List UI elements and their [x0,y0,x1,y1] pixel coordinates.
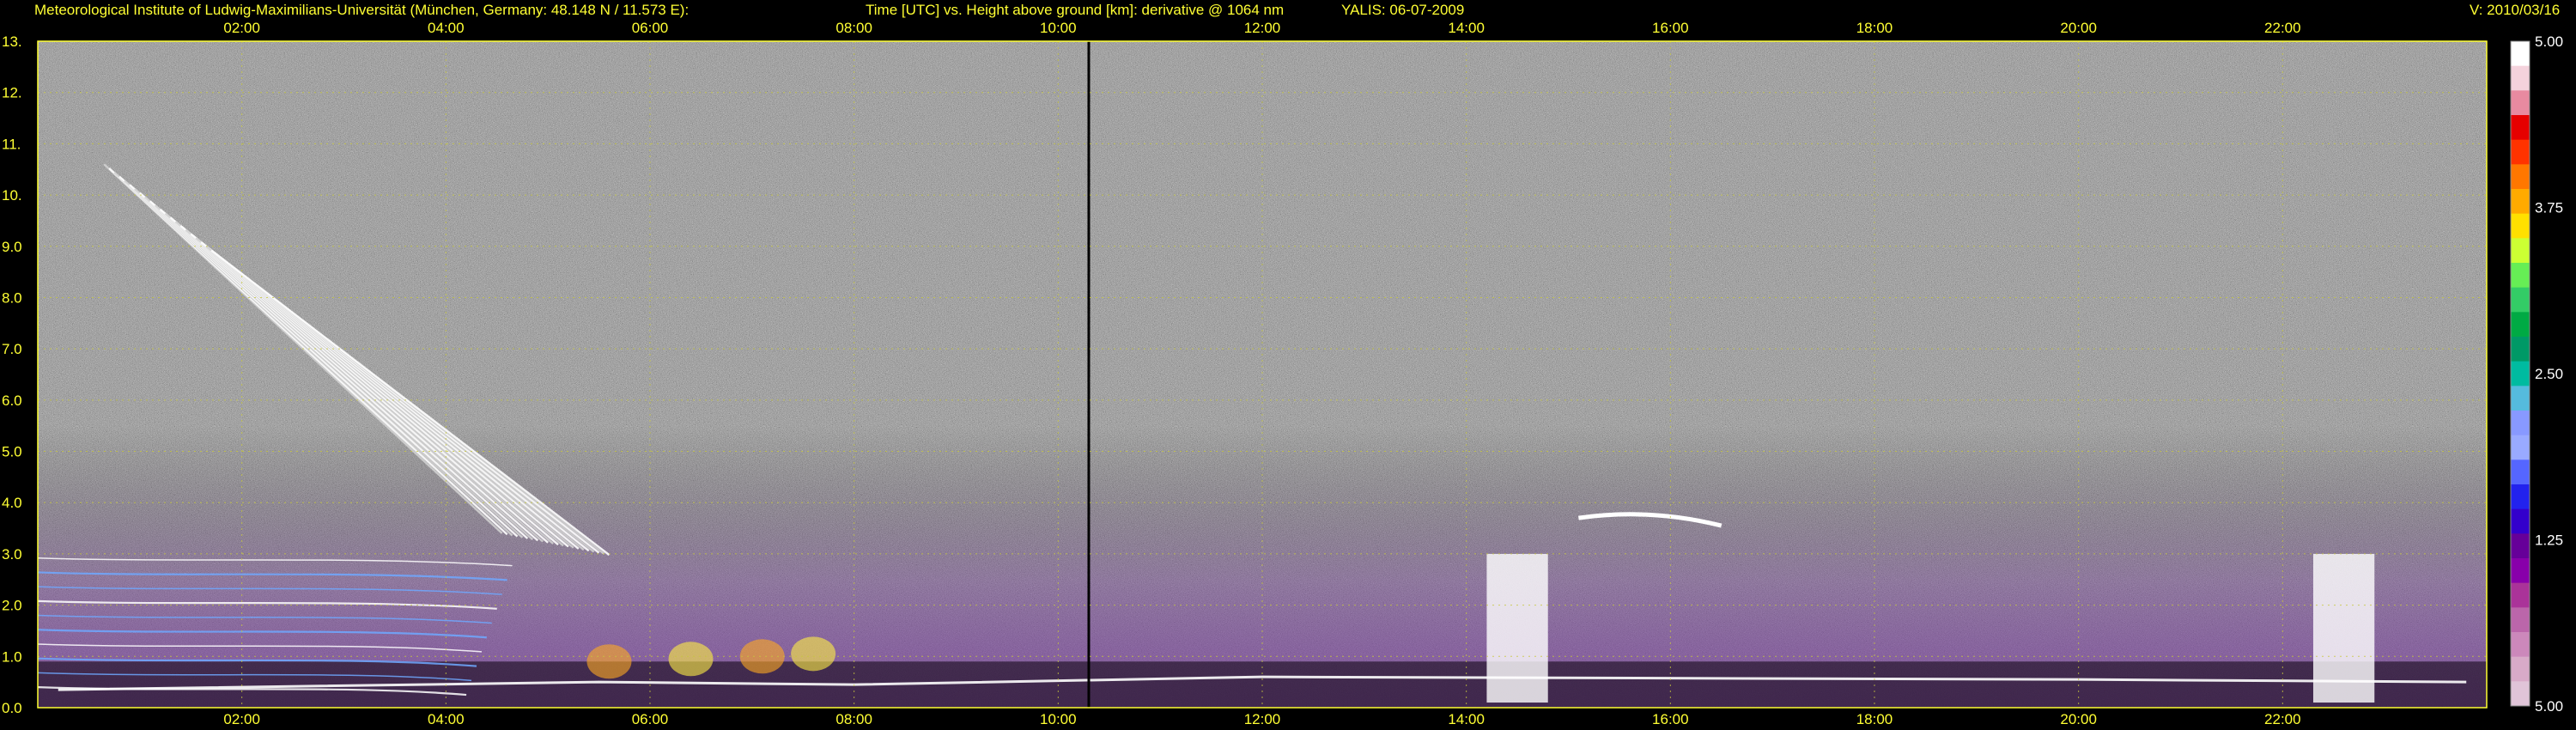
convective-plume [1486,553,1548,703]
colorbar-segment [2511,459,2530,485]
colorbar: 5.00 3.75 2.50 1.25 5.00 [2510,33,2563,715]
x-tick-label-top: 22:00 [2264,20,2301,36]
aerosol-blob [791,636,836,672]
colorbar-segment [2511,411,2530,436]
x-tick-label-bottom: 02:00 [223,711,260,727]
y-tick-label: 8.0 [2,289,22,306]
x-tick-label-top: 12:00 [1244,20,1281,36]
colorbar-segment [2511,312,2530,338]
lidar-chart: 0.0 1.0 2.0 3.0 4.0 5.0 6.0 7.0 8.0 9.0 10. 11. 12. 1… [2,20,2563,727]
colorbar-label: 2.50 [2535,366,2563,382]
x-tick-label-bottom: 12:00 [1244,711,1281,727]
x-tick-label-top: 06:00 [632,20,669,36]
colorbar-segment [2511,508,2530,534]
colorbar-segment [2511,287,2530,313]
colorbar-segment [2511,65,2530,91]
colorbar-segment [2511,533,2530,559]
x-tick-label-top: 18:00 [1856,20,1893,36]
colorbar-label: 3.75 [2535,200,2563,216]
colorbar-segment [2511,90,2530,116]
colorbar-segment [2511,189,2530,215]
colorbar-segment [2511,582,2530,608]
x-tick-label-bottom: 14:00 [1448,711,1485,727]
colorbar-label: 5.00 [2535,698,2563,715]
colorbar-segment [2511,263,2530,289]
colorbar-segment [2511,607,2530,633]
y-tick-label: 3.0 [2,546,22,563]
colorbar-segment [2511,238,2530,264]
colorbar-segment [2511,164,2530,190]
y-tick-label: 10. [2,187,22,204]
y-tick-label: 13. [2,33,22,50]
x-tick-label-top: 08:00 [835,20,872,36]
colorbar-segment [2511,632,2530,658]
x-tick-label-bottom: 20:00 [2060,711,2097,727]
y-tick-label: 2.0 [2,598,22,614]
x-tick-label-bottom: 16:00 [1652,711,1689,727]
colorbar-segment [2511,681,2530,707]
colorbar-segment [2511,115,2530,141]
y-tick-label: 0.0 [2,700,22,716]
y-tick-label: 4.0 [2,495,22,511]
colorbar-label: 5.00 [2535,33,2563,50]
x-tick-label-bottom: 04:00 [428,711,465,727]
colorbar-segment [2511,435,2530,460]
y-tick-label: 12. [2,85,22,101]
colorbar-segment [2511,484,2530,510]
x-tick-label-bottom: 22:00 [2264,711,2301,727]
y-tick-label: 11. [2,136,21,152]
x-tick-label-bottom: 10:00 [1040,711,1077,727]
colorbar-segment [2511,213,2530,239]
y-tick-label: 7.0 [2,341,22,357]
y-tick-label: 5.0 [2,444,22,460]
colorbar-segment [2511,656,2530,682]
colorbar-label: 1.25 [2535,532,2563,549]
aerosol-blob [668,642,714,677]
colorbar-segment [2511,139,2530,165]
colorbar-segment [2511,361,2530,386]
x-tick-label-bottom: 18:00 [1856,711,1893,727]
colorbar-segment [2511,558,2530,584]
x-tick-label-bottom: 06:00 [632,711,669,727]
colorbar-segment [2511,41,2530,67]
x-tick-label-top: 04:00 [428,20,465,36]
x-tick-label-top: 16:00 [1652,20,1689,36]
x-tick-label-bottom: 08:00 [835,711,872,727]
y-tick-label: 9.0 [2,239,22,255]
y-tick-label: 1.0 [2,648,22,665]
x-tick-label-top: 14:00 [1448,20,1485,36]
aerosol-blob [586,644,632,679]
x-tick-label-top: 02:00 [223,20,260,36]
colorbar-segment [2511,337,2530,362]
y-tick-label: 6.0 [2,392,22,409]
colorbar-segment [2511,386,2530,411]
x-tick-label-top: 10:00 [1040,20,1077,36]
x-tick-label-top: 20:00 [2060,20,2097,36]
